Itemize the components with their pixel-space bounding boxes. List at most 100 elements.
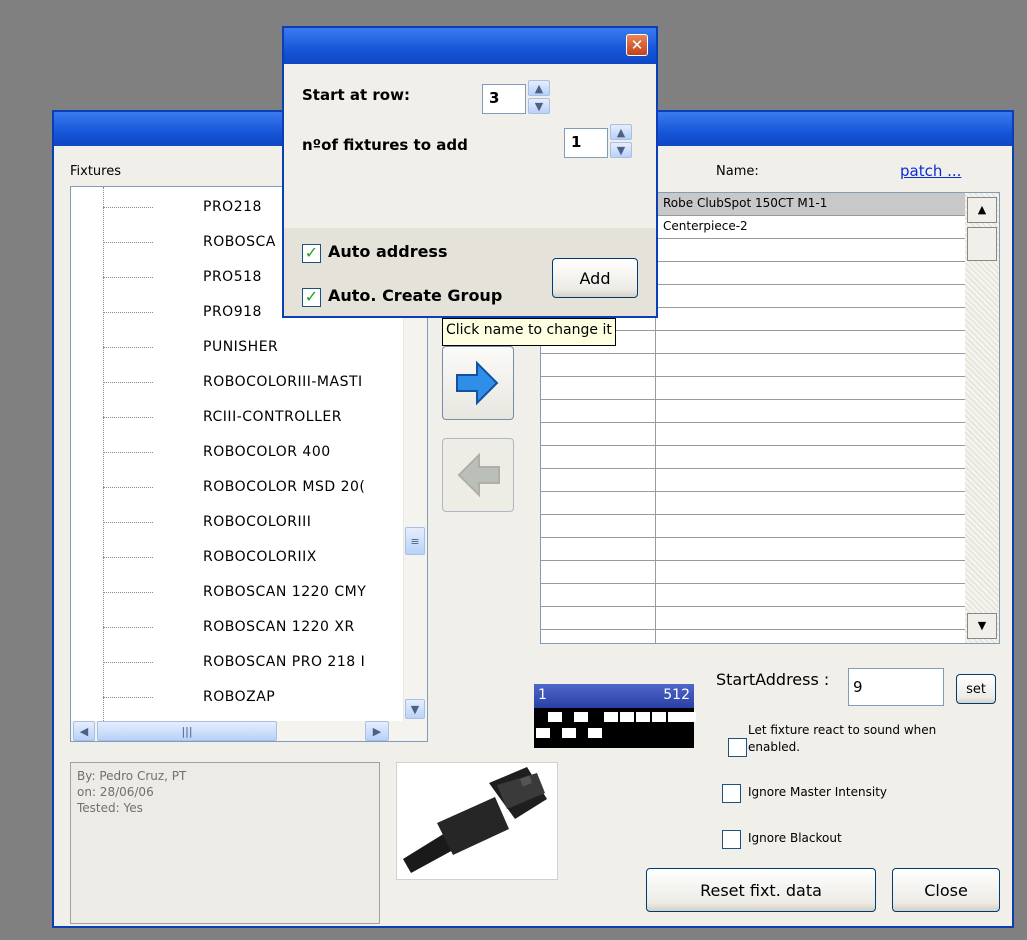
start-row-value[interactable]: 3 <box>482 84 526 114</box>
tree-item-label: ROBOCOLORIIX <box>203 549 317 565</box>
tree-connector <box>103 417 153 418</box>
tree-item[interactable]: ROBOSCAN PRO 218 I <box>71 646 401 680</box>
start-address-input[interactable] <box>848 668 944 706</box>
table-row[interactable] <box>541 469 965 492</box>
ignore-master-intensity-label: Ignore Master Intensity <box>748 785 887 799</box>
author-text: By: Pedro Cruz, PT <box>77 769 187 783</box>
add-button[interactable]: Add <box>552 258 638 298</box>
dmx-end: 512 <box>663 687 690 703</box>
tree-item[interactable]: ROBOCOLOR 400 <box>71 436 401 470</box>
fixture-name-cell[interactable]: Centerpiece-2 <box>663 219 748 233</box>
tree-item[interactable]: ROBOCOLORIII-MASTI <box>71 366 401 400</box>
auto-address-checkbox[interactable]: ✓ <box>302 244 321 263</box>
table-row[interactable] <box>541 515 965 538</box>
react-to-sound-label: Let fixture react to sound when enabled. <box>748 722 936 756</box>
auto-create-group-label: Auto. Create Group <box>328 286 503 305</box>
tree-scroll-right-button[interactable]: ▶ <box>365 721 389 741</box>
tree-scroll-thumb[interactable]: ≡ <box>405 527 425 555</box>
tree-item-label: ROBOCOLORIII-MASTI <box>203 374 363 390</box>
react-to-sound-label-line2: enabled. <box>748 740 801 754</box>
start-address-label: StartAddress : <box>716 670 830 689</box>
tree-scroll-down-button[interactable]: ▼ <box>405 699 425 719</box>
tree-item-label: ROBOSCAN 1220 XR <box>203 619 355 635</box>
auto-create-group-checkbox[interactable]: ✓ <box>302 288 321 307</box>
tree-item[interactable]: RCIII-CONTROLLER <box>71 401 401 435</box>
fixture-count-up-icon[interactable]: ▲ <box>610 124 632 140</box>
table-row[interactable] <box>541 377 965 400</box>
right-arrow-icon <box>456 360 499 406</box>
tree-connector <box>103 207 153 208</box>
tree-item[interactable]: ROBOSCAN 1220 CMY <box>71 576 401 610</box>
grid-scroll-thumb[interactable] <box>967 227 997 261</box>
dmx-address-map: 1 512 <box>534 684 696 748</box>
table-row[interactable] <box>541 584 965 607</box>
patch-link[interactable]: patch ... <box>900 162 961 180</box>
set-address-button[interactable]: set <box>956 674 996 704</box>
tree-item-label: ROBOCOLORIII <box>203 514 312 530</box>
dmx-start: 1 <box>538 687 547 703</box>
left-arrow-icon <box>457 452 500 498</box>
table-row[interactable] <box>541 446 965 469</box>
add-fixtures-popup: ✕ Start at row: 3 ▲ ▼ nºof fixtures to a… <box>282 26 658 318</box>
fixture-image <box>396 762 558 880</box>
tree-item[interactable]: ROBOZAP <box>71 681 401 715</box>
popup-options-area: ✓ Auto address ✓ Auto. Create Group Add <box>284 228 656 316</box>
react-to-sound-label-line1: Let fixture react to sound when <box>748 723 937 737</box>
fixture-name-cell[interactable]: Robe ClubSpot 150CT M1-1 <box>663 196 827 210</box>
date-text: on: 28/06/06 <box>77 785 154 799</box>
tree-hscroll-thumb[interactable]: ||| <box>97 721 277 741</box>
tree-item-label: ROBOSCAN 1220 CMY <box>203 584 367 600</box>
tree-item[interactable]: ROBOCOLORIII <box>71 506 401 540</box>
dmx-range-header: 1 512 <box>534 684 694 708</box>
table-row[interactable] <box>541 538 965 561</box>
tree-connector <box>103 662 153 663</box>
reset-fixture-data-button[interactable]: Reset fixt. data <box>646 868 876 912</box>
table-row[interactable] <box>541 492 965 515</box>
dmx-channel-block <box>668 712 682 722</box>
close-button[interactable]: Close <box>892 868 1000 912</box>
tree-connector <box>103 277 153 278</box>
tree-item-label: ROBOZAP <box>203 689 276 705</box>
table-row[interactable] <box>541 607 965 630</box>
tree-item[interactable]: ROBOCOLORIIX <box>71 541 401 575</box>
ignore-master-intensity-checkbox[interactable] <box>722 784 741 803</box>
tree-horizontal-scrollbar[interactable]: ◀ ||| ▶ <box>71 721 427 741</box>
tree-connector <box>103 627 153 628</box>
grid-vertical-scrollbar[interactable]: ▲ ▼ <box>965 193 999 643</box>
tree-connector <box>103 592 153 593</box>
remove-from-patch-button[interactable] <box>442 438 514 512</box>
tree-scroll-left-button[interactable]: ◀ <box>73 721 95 741</box>
fixture-count-value[interactable]: 1 <box>564 128 608 158</box>
react-to-sound-checkbox[interactable] <box>728 738 747 757</box>
fixture-count-label: nºof fixtures to add <box>302 136 468 154</box>
tree-connector <box>103 522 153 523</box>
grid-scroll-up-button[interactable]: ▲ <box>967 197 997 223</box>
popup-titlebar[interactable]: ✕ <box>284 28 656 64</box>
table-row[interactable] <box>541 354 965 377</box>
start-row-label: Start at row: <box>302 86 410 104</box>
tree-item[interactable]: ROBOSCAN 1220 XR <box>71 611 401 645</box>
table-row[interactable] <box>541 561 965 584</box>
add-to-patch-button[interactable] <box>442 346 514 420</box>
tree-connector <box>103 382 153 383</box>
tree-connector <box>103 452 153 453</box>
tree-item-label: ROBOCOLOR 400 <box>203 444 331 460</box>
ignore-blackout-checkbox[interactable] <box>722 830 741 849</box>
table-row[interactable] <box>541 400 965 423</box>
tested-text: Tested: Yes <box>77 801 143 815</box>
auto-address-label: Auto address <box>328 242 448 261</box>
tree-item[interactable]: ROBOCOLOR MSD 20( <box>71 471 401 505</box>
start-row-down-icon[interactable]: ▼ <box>528 98 550 114</box>
grid-scroll-down-button[interactable]: ▼ <box>967 613 997 639</box>
table-row[interactable] <box>541 630 965 643</box>
fixture-count-down-icon[interactable]: ▼ <box>610 142 632 158</box>
close-icon[interactable]: ✕ <box>626 34 648 56</box>
tree-connector <box>103 242 153 243</box>
dmx-channel-block <box>636 712 650 722</box>
start-row-up-icon[interactable]: ▲ <box>528 80 550 96</box>
tree-item[interactable]: PUNISHER <box>71 331 401 365</box>
fixtures-label: Fixtures <box>70 164 122 179</box>
ignore-blackout-label: Ignore Blackout <box>748 831 842 845</box>
table-row[interactable] <box>541 423 965 446</box>
tree-item-label: RCIII-CONTROLLER <box>203 409 342 425</box>
